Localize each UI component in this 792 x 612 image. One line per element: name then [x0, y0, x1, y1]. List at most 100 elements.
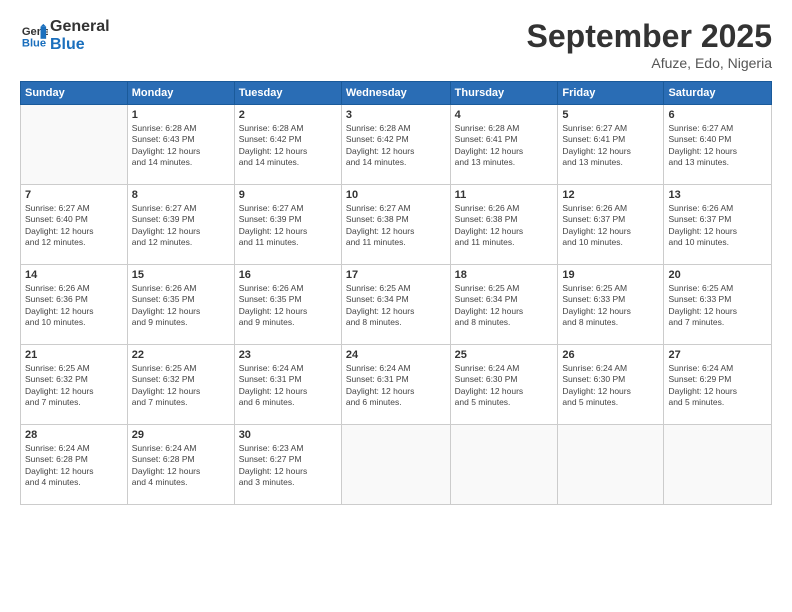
day-info: Sunrise: 6:27 AM Sunset: 6:41 PM Dayligh… [562, 123, 659, 169]
day-info: Sunrise: 6:27 AM Sunset: 6:40 PM Dayligh… [25, 203, 123, 249]
day-info: Sunrise: 6:25 AM Sunset: 6:33 PM Dayligh… [668, 283, 767, 329]
day-number: 30 [239, 429, 337, 441]
day-info: Sunrise: 6:24 AM Sunset: 6:28 PM Dayligh… [132, 443, 230, 489]
day-cell: 22 Sunrise: 6:25 AM Sunset: 6:32 PM Dayli… [127, 345, 234, 425]
day-cell: 28Sunrise: 6:24 AM Sunset: 6:28 PM Dayli… [21, 425, 128, 505]
day-cell: 10 Sunrise: 6:27 AM Sunset: 6:38 PM Dayli… [341, 185, 450, 265]
day-number: 17 [346, 269, 446, 281]
day-number: 10 [346, 189, 446, 201]
day-number: 18 [455, 269, 554, 281]
week-row-5: 28Sunrise: 6:24 AM Sunset: 6:28 PM Dayli… [21, 425, 772, 505]
day-number: 9 [239, 189, 337, 201]
day-info: Sunrise: 6:26 AM Sunset: 6:37 PM Dayligh… [562, 203, 659, 249]
day-cell [21, 105, 128, 185]
day-number: 29 [132, 429, 230, 441]
week-row-2: 7 Sunrise: 6:27 AM Sunset: 6:40 PM Daylig… [21, 185, 772, 265]
day-cell: 7 Sunrise: 6:27 AM Sunset: 6:40 PM Daylig… [21, 185, 128, 265]
day-cell: 12 Sunrise: 6:26 AM Sunset: 6:37 PM Dayli… [558, 185, 664, 265]
calendar-page: General Blue General Blue September 2025… [0, 0, 792, 612]
header-cell-wednesday: Wednesday [341, 82, 450, 105]
day-number: 14 [25, 269, 123, 281]
day-number: 7 [25, 189, 123, 201]
day-cell: 21 Sunrise: 6:25 AM Sunset: 6:32 PM Dayli… [21, 345, 128, 425]
day-info: Sunrise: 6:27 AM Sunset: 6:39 PM Dayligh… [132, 203, 230, 249]
day-cell [664, 425, 772, 505]
header-cell-sunday: Sunday [21, 82, 128, 105]
day-number: 6 [668, 109, 767, 121]
day-info: Sunrise: 6:28 AM Sunset: 6:43 PM Dayligh… [132, 123, 230, 169]
day-cell: 23 Sunrise: 6:24 AM Sunset: 6:31 PM Dayli… [234, 345, 341, 425]
day-cell: 25 Sunrise: 6:24 AM Sunset: 6:30 PM Dayli… [450, 345, 558, 425]
day-cell: 5 Sunrise: 6:27 AM Sunset: 6:41 PM Daylig… [558, 105, 664, 185]
day-cell: 1 Sunrise: 6:28 AM Sunset: 6:43 PM Daylig… [127, 105, 234, 185]
svg-text:Blue: Blue [22, 38, 46, 50]
day-number: 19 [562, 269, 659, 281]
day-cell: 26Sunrise: 6:24 AM Sunset: 6:30 PM Dayli… [558, 345, 664, 425]
day-cell: 18 Sunrise: 6:25 AM Sunset: 6:34 PM Dayli… [450, 265, 558, 345]
header: General Blue General Blue September 2025… [20, 18, 772, 71]
day-cell: 13Sunrise: 6:26 AM Sunset: 6:37 PM Dayli… [664, 185, 772, 265]
day-info: Sunrise: 6:26 AM Sunset: 6:38 PM Dayligh… [455, 203, 554, 249]
day-cell: 4 Sunrise: 6:28 AM Sunset: 6:41 PM Daylig… [450, 105, 558, 185]
day-number: 5 [562, 109, 659, 121]
header-cell-saturday: Saturday [664, 82, 772, 105]
day-number: 25 [455, 349, 554, 361]
day-info: Sunrise: 6:25 AM Sunset: 6:33 PM Dayligh… [562, 283, 659, 329]
logo-icon: General Blue [20, 22, 48, 50]
day-info: Sunrise: 6:25 AM Sunset: 6:32 PM Dayligh… [132, 363, 230, 409]
header-row: SundayMondayTuesdayWednesdayThursdayFrid… [21, 82, 772, 105]
day-info: Sunrise: 6:24 AM Sunset: 6:30 PM Dayligh… [455, 363, 554, 409]
day-info: Sunrise: 6:25 AM Sunset: 6:34 PM Dayligh… [346, 283, 446, 329]
day-number: 3 [346, 109, 446, 121]
day-number: 2 [239, 109, 337, 121]
day-cell: 11 Sunrise: 6:26 AM Sunset: 6:38 PM Dayli… [450, 185, 558, 265]
day-cell [450, 425, 558, 505]
week-row-1: 1 Sunrise: 6:28 AM Sunset: 6:43 PM Daylig… [21, 105, 772, 185]
day-info: Sunrise: 6:28 AM Sunset: 6:41 PM Dayligh… [455, 123, 554, 169]
day-number: 22 [132, 349, 230, 361]
day-number: 4 [455, 109, 554, 121]
day-info: Sunrise: 6:26 AM Sunset: 6:36 PM Dayligh… [25, 283, 123, 329]
day-number: 23 [239, 349, 337, 361]
month-title: September 2025 [527, 18, 772, 55]
day-cell: 14 Sunrise: 6:26 AM Sunset: 6:36 PM Dayli… [21, 265, 128, 345]
day-number: 1 [132, 109, 230, 121]
day-cell: 17 Sunrise: 6:25 AM Sunset: 6:34 PM Dayli… [341, 265, 450, 345]
day-number: 16 [239, 269, 337, 281]
logo: General Blue General Blue [20, 18, 110, 55]
day-number: 27 [668, 349, 767, 361]
day-info: Sunrise: 6:24 AM Sunset: 6:31 PM Dayligh… [239, 363, 337, 409]
header-cell-tuesday: Tuesday [234, 82, 341, 105]
day-cell: 8Sunrise: 6:27 AM Sunset: 6:39 PM Daylig… [127, 185, 234, 265]
day-cell: 27Sunrise: 6:24 AM Sunset: 6:29 PM Dayli… [664, 345, 772, 425]
day-cell: 24Sunrise: 6:24 AM Sunset: 6:31 PM Dayli… [341, 345, 450, 425]
title-block: September 2025 Afuze, Edo, Nigeria [527, 18, 772, 71]
day-cell: 9 Sunrise: 6:27 AM Sunset: 6:39 PM Daylig… [234, 185, 341, 265]
day-info: Sunrise: 6:24 AM Sunset: 6:31 PM Dayligh… [346, 363, 446, 409]
day-cell [558, 425, 664, 505]
day-cell: 15Sunrise: 6:26 AM Sunset: 6:35 PM Dayli… [127, 265, 234, 345]
day-info: Sunrise: 6:27 AM Sunset: 6:38 PM Dayligh… [346, 203, 446, 249]
day-number: 11 [455, 189, 554, 201]
day-number: 12 [562, 189, 659, 201]
calendar-table: SundayMondayTuesdayWednesdayThursdayFrid… [20, 81, 772, 505]
day-number: 13 [668, 189, 767, 201]
logo-text-general: General [50, 18, 110, 36]
day-info: Sunrise: 6:27 AM Sunset: 6:39 PM Dayligh… [239, 203, 337, 249]
day-number: 21 [25, 349, 123, 361]
day-info: Sunrise: 6:28 AM Sunset: 6:42 PM Dayligh… [239, 123, 337, 169]
day-info: Sunrise: 6:24 AM Sunset: 6:28 PM Dayligh… [25, 443, 123, 489]
day-cell: 6Sunrise: 6:27 AM Sunset: 6:40 PM Daylig… [664, 105, 772, 185]
day-number: 20 [668, 269, 767, 281]
day-info: Sunrise: 6:23 AM Sunset: 6:27 PM Dayligh… [239, 443, 337, 489]
day-cell: 20 Sunrise: 6:25 AM Sunset: 6:33 PM Dayli… [664, 265, 772, 345]
day-cell: 29 Sunrise: 6:24 AM Sunset: 6:28 PM Dayli… [127, 425, 234, 505]
header-cell-thursday: Thursday [450, 82, 558, 105]
week-row-4: 21 Sunrise: 6:25 AM Sunset: 6:32 PM Dayli… [21, 345, 772, 425]
day-info: Sunrise: 6:25 AM Sunset: 6:32 PM Dayligh… [25, 363, 123, 409]
header-cell-monday: Monday [127, 82, 234, 105]
day-cell: 2 Sunrise: 6:28 AM Sunset: 6:42 PM Daylig… [234, 105, 341, 185]
day-cell: 16Sunrise: 6:26 AM Sunset: 6:35 PM Dayli… [234, 265, 341, 345]
day-info: Sunrise: 6:25 AM Sunset: 6:34 PM Dayligh… [455, 283, 554, 329]
day-number: 26 [562, 349, 659, 361]
